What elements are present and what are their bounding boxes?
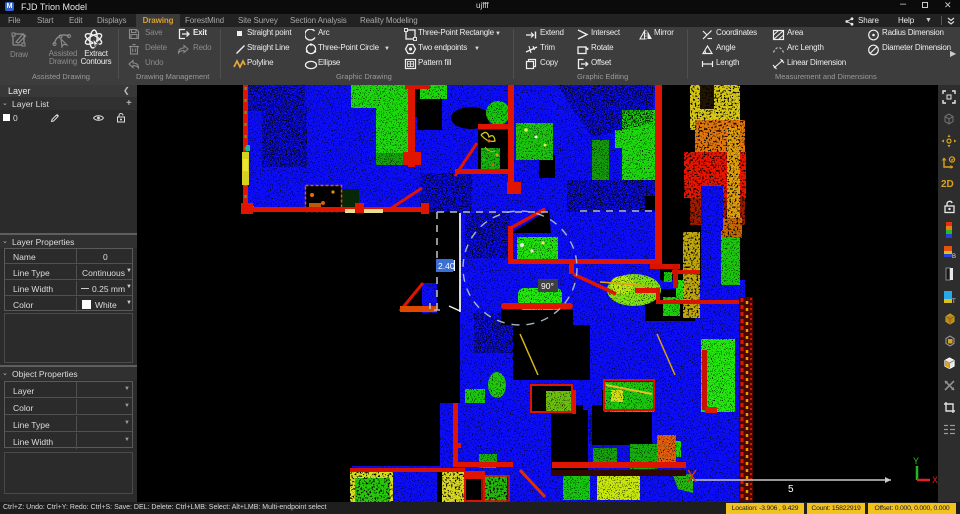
- svg-text:5: 5: [788, 484, 794, 495]
- svg-text:B: B: [952, 254, 956, 259]
- svg-text:90°: 90°: [541, 281, 554, 291]
- svg-text:T: T: [952, 299, 956, 304]
- svg-text:Y: Y: [913, 456, 919, 466]
- svg-text:2.40: 2.40: [438, 261, 455, 271]
